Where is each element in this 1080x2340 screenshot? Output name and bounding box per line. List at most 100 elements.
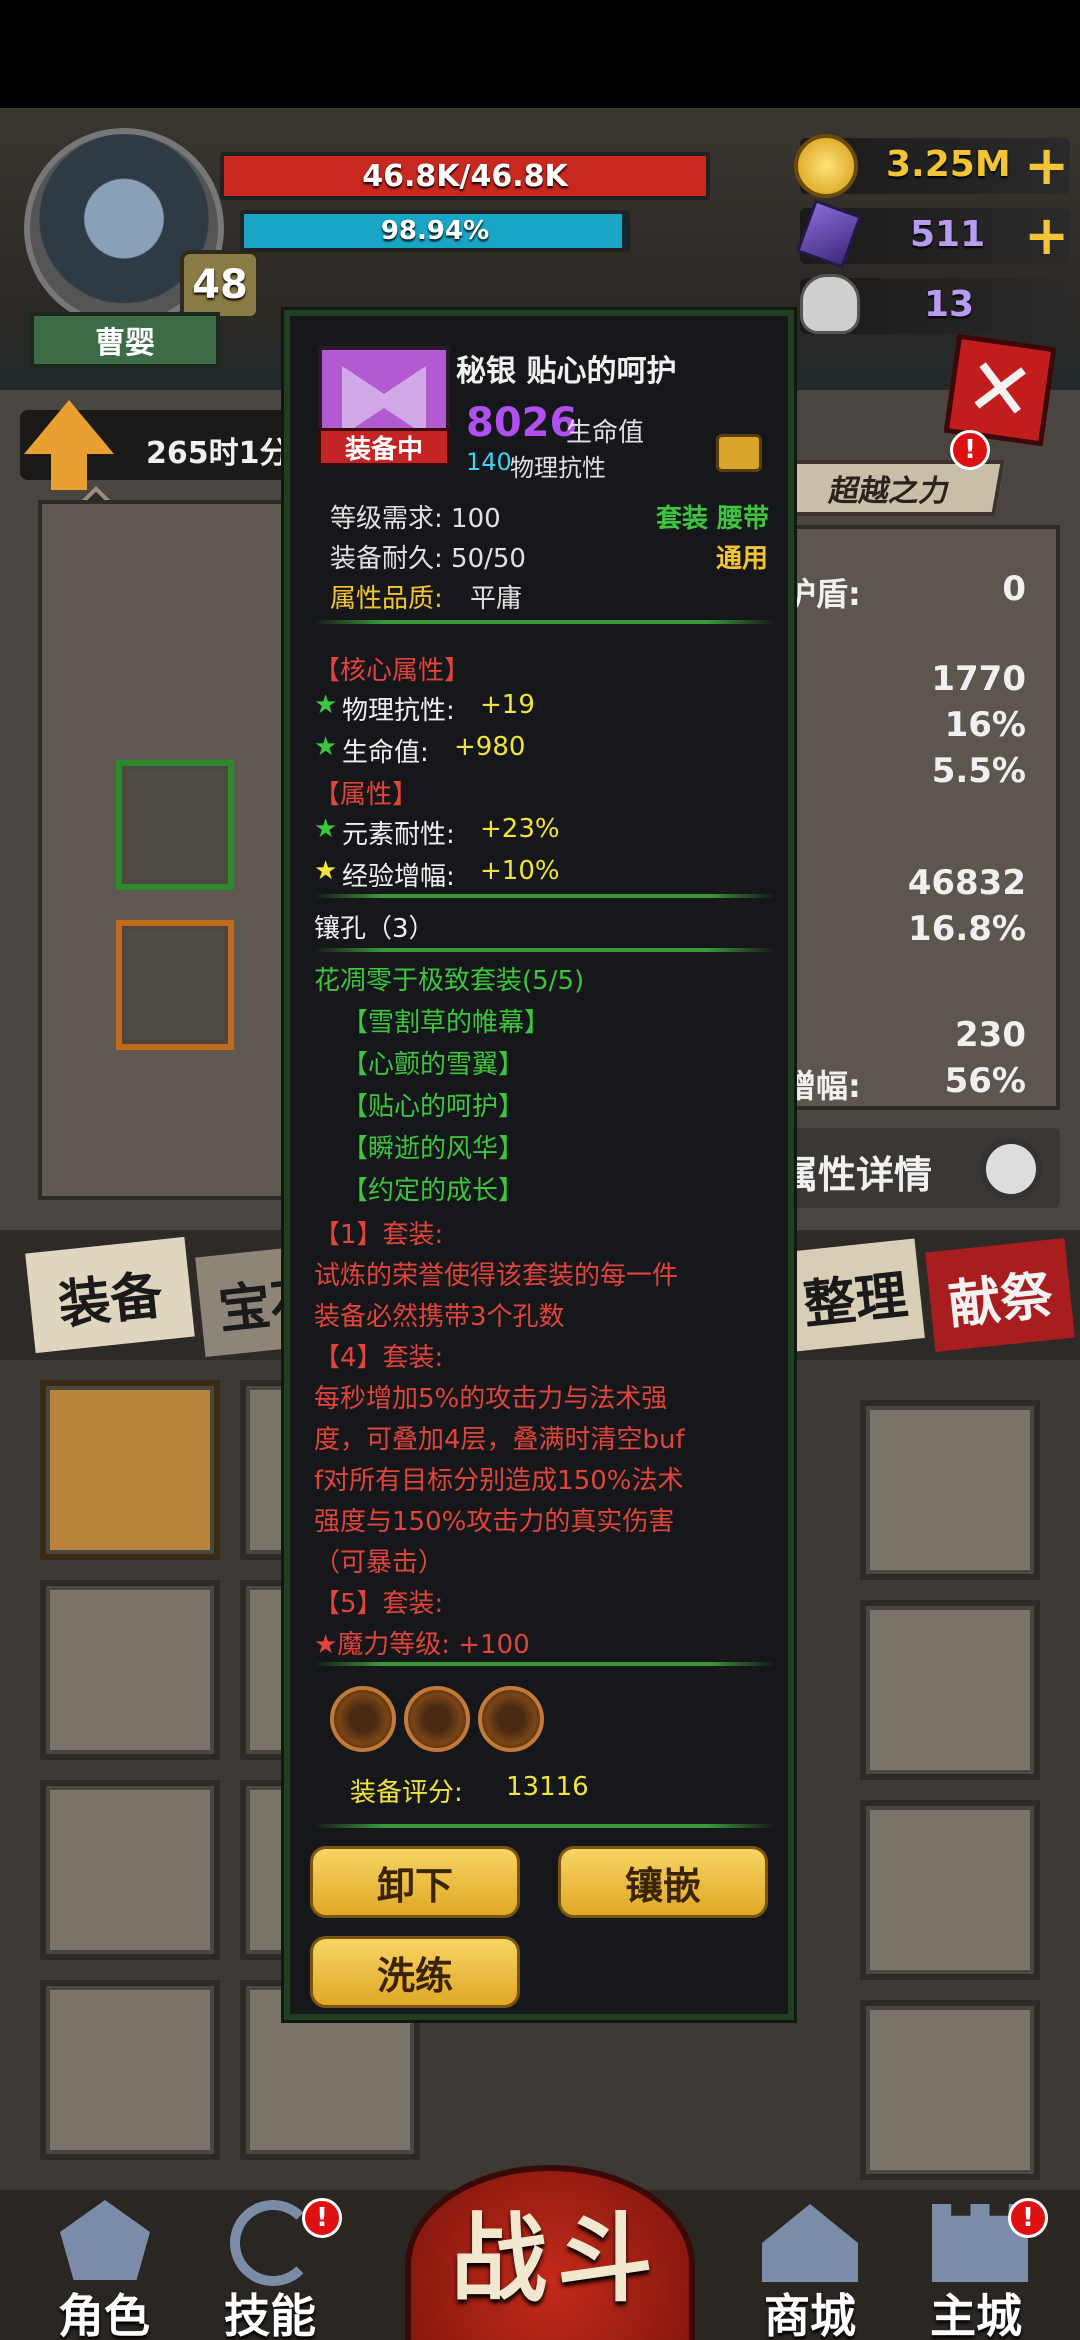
level-badge: 48: [180, 250, 260, 320]
main-value: 8026: [466, 400, 578, 446]
nav-character-label: 角色: [58, 2289, 150, 2340]
ram-skull-icon: [800, 274, 860, 334]
socket-1[interactable]: [330, 1686, 396, 1752]
core-stat-name: 生命值:: [342, 738, 429, 768]
set-piece: 【瞬逝的风华】: [342, 1134, 525, 1164]
core-stat-name: 物理抗性:: [342, 696, 455, 726]
attr-stat-value: +10%: [480, 856, 560, 886]
set-piece: 【雪割草的帷幕】: [342, 1008, 551, 1038]
character-helmet-icon: [60, 2200, 150, 2280]
city-alert-badge: !: [1008, 2198, 1048, 2238]
inlay-button[interactable]: 镶嵌: [558, 1846, 768, 1918]
belt-bow-icon: [342, 366, 426, 436]
gem-add-icon[interactable]: +: [1024, 208, 1069, 264]
set-bonus-line: （可暴击）: [314, 1548, 445, 1578]
set-type: 套装 腰带: [656, 504, 770, 534]
socket-3[interactable]: [478, 1686, 544, 1752]
score-value: 13116: [506, 1772, 589, 1802]
stat-value: 16%: [944, 705, 1026, 745]
durability: 装备耐久: 50/50: [330, 544, 526, 574]
level-requirement: 等级需求: 100: [330, 504, 501, 534]
lock-open-icon[interactable]: [716, 434, 762, 472]
item-tooltip: 装备中 秘银 贴心的呵护 8026 生命值 140 物理抗性 等级需求: 100…: [281, 307, 797, 2023]
unequip-button[interactable]: 卸下: [310, 1846, 520, 1918]
quality-label: 属性品质:: [330, 584, 443, 614]
nav-shop[interactable]: 商城: [740, 2200, 880, 2340]
nav-character[interactable]: 角色: [40, 2200, 170, 2340]
gold-counter[interactable]: 3.25M +: [794, 134, 1070, 198]
set-bonus-line: 度，可叠加4层，叠满时清空buf: [314, 1425, 685, 1455]
tab-equipment[interactable]: 装备: [25, 1236, 195, 1354]
sub-value: 140: [466, 448, 512, 476]
attr-stat-name: 元素耐性:: [342, 820, 455, 850]
upgrade-arrows-icon: [24, 400, 114, 490]
set-bonus-line: 强度与150%攻击力的真实伤害: [314, 1507, 675, 1537]
set-piece: 【约定的成长】: [342, 1176, 525, 1206]
nav-skills-label: 技能: [224, 2289, 316, 2340]
equipped-badge: 装备中: [318, 428, 450, 466]
gold-value: 3.25M: [886, 144, 1011, 185]
gem-counter[interactable]: 511 +: [795, 199, 1070, 269]
attr-header: 【属性】: [314, 780, 419, 810]
exp-bar: 98.94%: [240, 210, 630, 252]
hp-bar: 46.8K/46.8K: [220, 152, 710, 200]
player-name-plate: 曹婴: [30, 312, 220, 368]
equip-slot-helmet[interactable]: [116, 760, 234, 890]
inventory-slot[interactable]: [40, 1780, 220, 1960]
stat-label: 增幅:: [784, 1067, 861, 1105]
core-stat-value: +19: [480, 690, 535, 720]
power-alert-badge: !: [950, 430, 990, 470]
sockets-label: 镶孔（3）: [314, 914, 435, 944]
sub-value-label: 物理抗性: [510, 454, 606, 482]
stat-value: 230: [955, 1015, 1026, 1055]
inventory-slot[interactable]: [40, 1580, 220, 1760]
stat-label: 护盾:: [784, 575, 861, 613]
inventory-slot[interactable]: [860, 2000, 1040, 2180]
tab-organize[interactable]: 整理: [785, 1238, 925, 1352]
skills-alert-badge: !: [302, 2198, 342, 2238]
player-name: 曹婴: [95, 326, 155, 361]
set-bonus-line: 试炼的荣誉使得该套装的每一件: [314, 1261, 679, 1291]
core-stat-value: +980: [454, 732, 526, 762]
separator-4: [314, 1662, 776, 1666]
attr-stat-name: 经验增幅:: [342, 862, 455, 892]
item-name: 秘银 贴心的呵护: [456, 354, 677, 389]
status-bar: [0, 0, 1080, 108]
gold-add-icon[interactable]: +: [1024, 138, 1069, 194]
set-piece: 【贴心的呵护】: [342, 1092, 525, 1122]
inventory-item-ring[interactable]: [40, 1380, 220, 1560]
gem-icon: [795, 199, 863, 269]
star-icon: ★: [314, 732, 338, 762]
set-bonus-line: 装备必然携带3个孔数: [314, 1302, 565, 1332]
star-icon: ★: [314, 856, 338, 886]
score-label: 装备评分:: [350, 1778, 463, 1808]
set-piece: 【心颤的雪翼】: [342, 1050, 525, 1080]
details-label: 属性详情: [780, 1153, 933, 1197]
timer-bar: 265时1分: [20, 400, 300, 490]
core-header: 【核心属性】: [314, 656, 471, 686]
inventory-slot[interactable]: [40, 1980, 220, 2160]
set-bonus-line: f对所有目标分别造成150%法术: [314, 1466, 684, 1496]
stat-value: 16.8%: [908, 909, 1026, 949]
nav-shop-label: 商城: [764, 2289, 856, 2340]
close-button[interactable]: ✕: [943, 333, 1057, 447]
stat-value: 5.5%: [931, 751, 1026, 791]
power-banner-label: 超越之力: [826, 474, 953, 509]
inventory-slot[interactable]: [860, 1400, 1040, 1580]
key-counter[interactable]: 13: [800, 274, 1070, 334]
reforge-button[interactable]: 洗练: [310, 1936, 520, 2008]
socket-2[interactable]: [404, 1686, 470, 1752]
stat-value: 1770: [931, 659, 1026, 699]
set-bonus-line: 每秒增加5%的攻击力与法术强: [314, 1384, 668, 1414]
tab-sacrifice[interactable]: 献祭: [925, 1237, 1075, 1353]
star-icon: ★: [314, 690, 338, 720]
set-bonus-line: ★魔力等级: +100: [314, 1630, 530, 1660]
gem-value: 511: [910, 214, 986, 255]
hp-text: 46.8K/46.8K: [362, 158, 568, 194]
equip-slot-armor[interactable]: [116, 920, 234, 1050]
inventory-slot[interactable]: [860, 1800, 1040, 1980]
set-bonus-line: 【1】套装:: [314, 1220, 444, 1250]
stat-value: 0: [1002, 569, 1026, 609]
separator-5: [314, 1824, 776, 1828]
inventory-slot[interactable]: [860, 1600, 1040, 1780]
